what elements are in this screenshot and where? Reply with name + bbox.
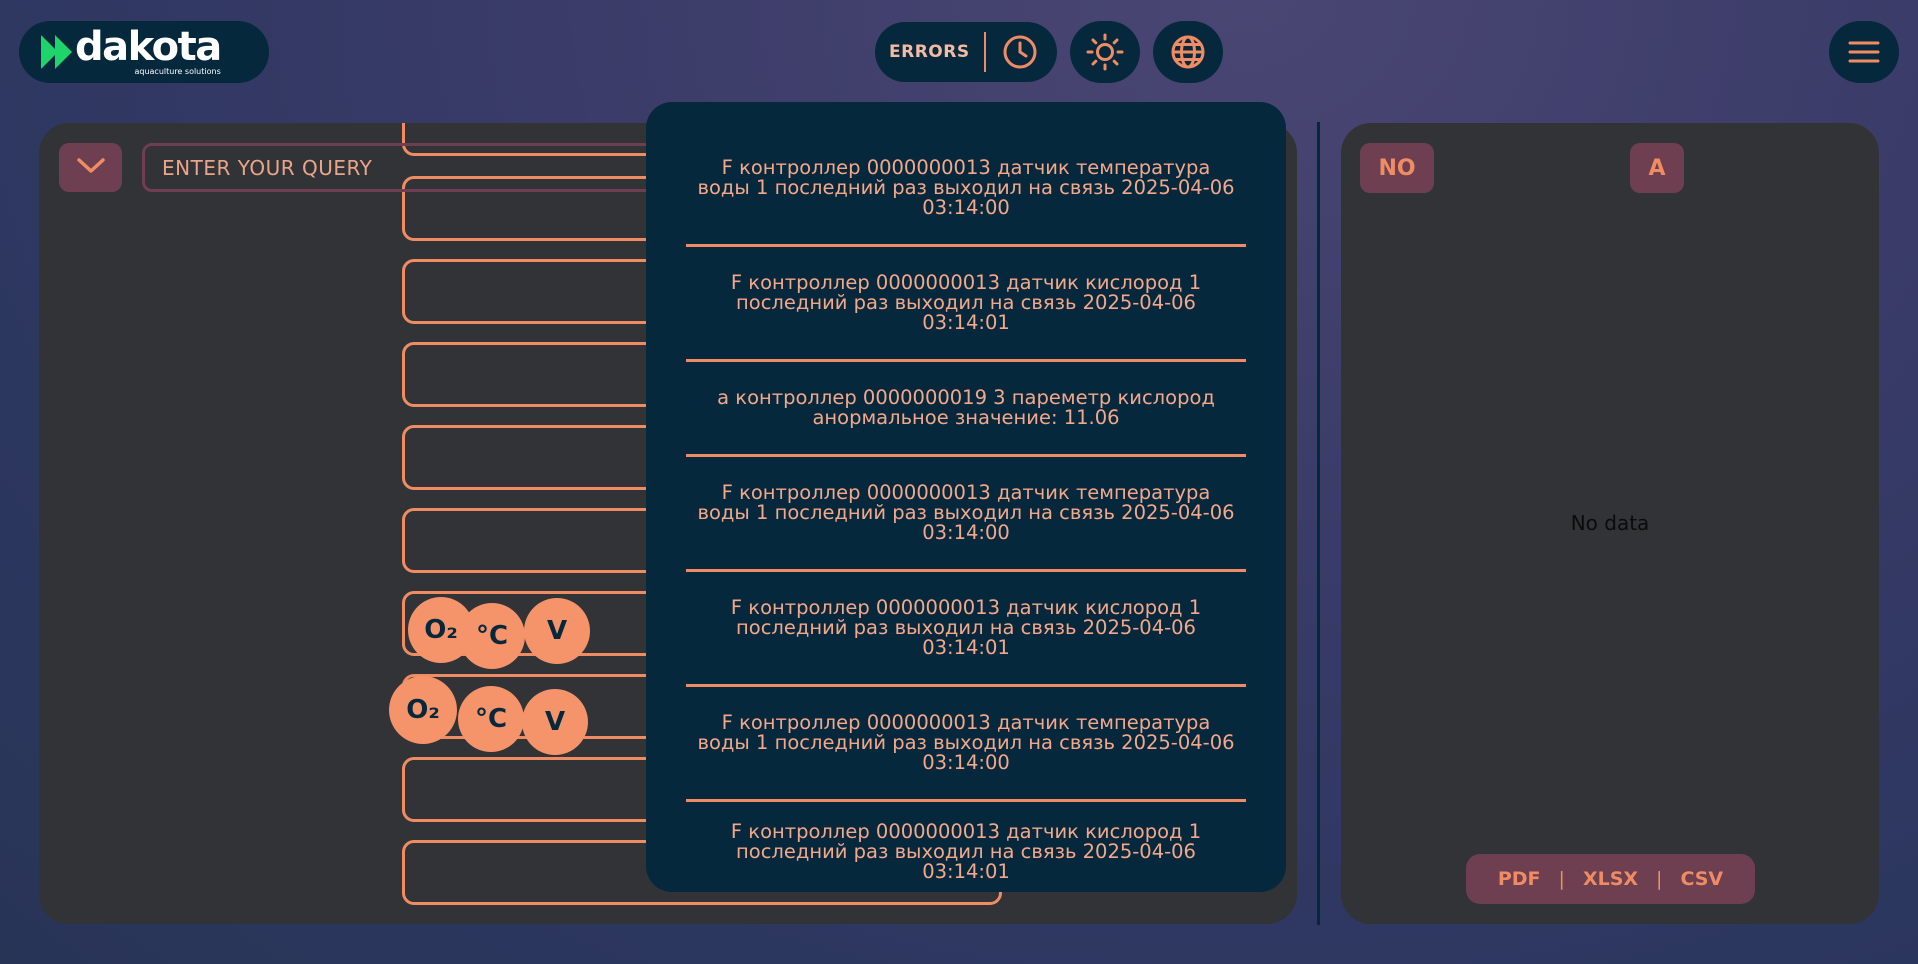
export-xlsx-button[interactable]: XLSX <box>1583 868 1638 890</box>
temperature-bubble[interactable]: °C <box>459 603 525 669</box>
errors-toggle-button[interactable]: ERRORS <box>875 22 1057 82</box>
export-csv-button[interactable]: CSV <box>1680 868 1723 890</box>
oxygen-bubble[interactable]: O₂ <box>389 676 457 744</box>
theme-toggle-button[interactable] <box>1070 21 1140 83</box>
panel-divider[interactable] <box>1317 122 1320 925</box>
clock-icon[interactable] <box>1002 34 1038 70</box>
logo-subtitle: aquaculture solutions <box>134 67 221 76</box>
chevron-down-icon <box>76 157 106 179</box>
error-item[interactable]: F контроллер 0000000013 датчик температу… <box>686 132 1246 247</box>
export-separator: | <box>1558 868 1565 890</box>
voltage-bubble[interactable]: V <box>522 689 588 755</box>
empty-state-text: No data <box>1570 511 1650 535</box>
export-separator: | <box>1656 868 1663 890</box>
language-button[interactable] <box>1153 21 1223 83</box>
export-pdf-button[interactable]: PDF <box>1498 868 1541 890</box>
logo-arrows-icon <box>41 35 72 69</box>
logo-wordmark: dakota <box>75 24 222 70</box>
error-item[interactable]: F контроллер 0000000013 датчик температу… <box>686 687 1246 802</box>
main-menu-button[interactable] <box>1829 21 1899 83</box>
export-bar: PDF | XLSX | CSV <box>1466 854 1755 904</box>
error-item[interactable]: F контроллер 0000000013 датчик кислород … <box>686 572 1246 687</box>
errors-dropdown: F контроллер 0000000013 датчик температу… <box>646 102 1286 892</box>
error-item[interactable]: F контроллер 0000000013 датчик температу… <box>686 457 1246 572</box>
errors-label: ERRORS <box>889 42 970 62</box>
sun-icon <box>1086 33 1124 71</box>
temperature-bubble[interactable]: °C <box>458 686 524 752</box>
globe-icon <box>1170 34 1206 70</box>
errors-separator <box>983 32 986 72</box>
error-item[interactable]: F контроллер 0000000013 датчик кислород … <box>686 802 1246 902</box>
hamburger-icon <box>1847 39 1881 65</box>
dakota-logo[interactable]: dakota aquaculture solutions <box>19 21 269 83</box>
report-panel: NO A No data PDF | XLSX | CSV <box>1341 123 1879 924</box>
error-item[interactable]: а контроллер 0000000019 3 пареметр кисло… <box>686 362 1246 457</box>
filter-tag-no[interactable]: NO <box>1360 143 1434 193</box>
error-item[interactable]: F контроллер 0000000013 датчик кислород … <box>686 247 1246 362</box>
collapse-button[interactable] <box>59 143 122 192</box>
filter-tag-a[interactable]: A <box>1630 143 1684 193</box>
voltage-bubble[interactable]: V <box>524 598 590 664</box>
